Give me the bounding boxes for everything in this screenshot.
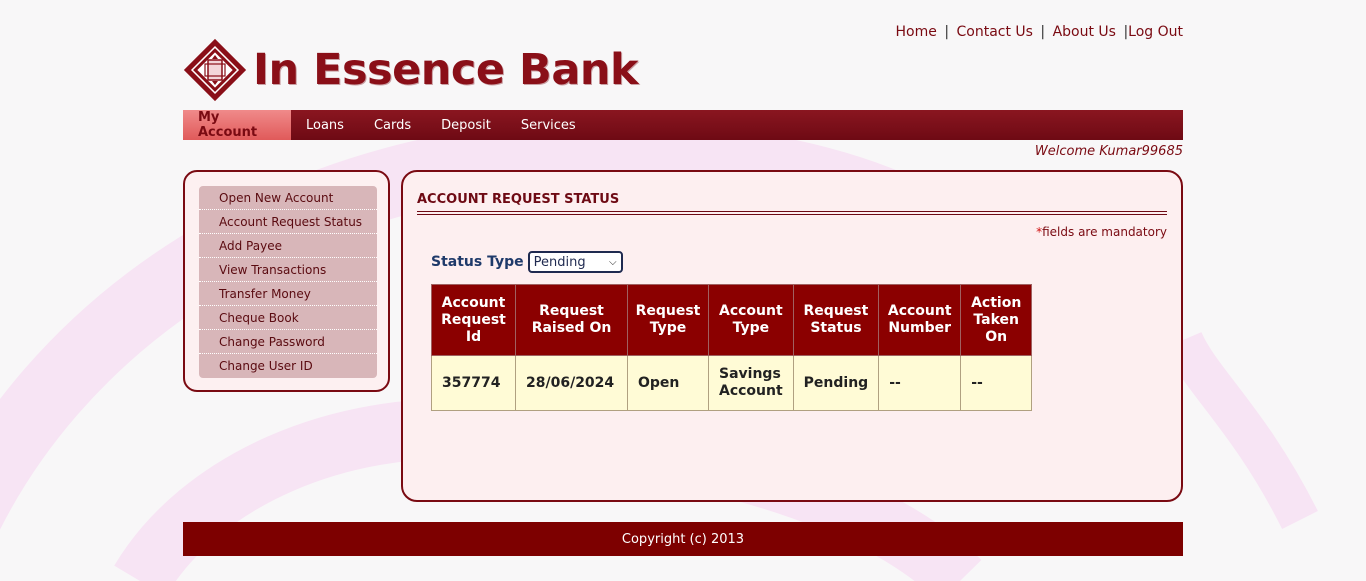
copyright-text: Copyright (c) 2013 [621, 531, 745, 547]
request-status-table: Account Request Id Request Raised On Req… [431, 284, 1033, 411]
page-title: ACCOUNT REQUEST STATUS [417, 192, 620, 207]
column-header: Request Status [792, 284, 880, 356]
status-type-value: Pending [533, 254, 586, 270]
nav-my-account[interactable]: My Account [183, 110, 291, 140]
status-type-label: Status Type [431, 254, 524, 270]
column-header: Action Taken On [960, 284, 1033, 356]
main-nav: My Account Loans Cards Deposit Services [183, 110, 1183, 140]
separator: | [944, 24, 950, 40]
column-header: Account Number [878, 284, 962, 356]
separator: | [1040, 24, 1046, 40]
sidebar-item-cheque-book[interactable]: Cheque Book [199, 306, 377, 330]
sidebar-item-open-new-account[interactable]: Open New Account [199, 186, 377, 210]
sidebar-item-add-payee[interactable]: Add Payee [199, 234, 377, 258]
column-header: Account Request Id [431, 284, 516, 356]
home-link[interactable]: Home [896, 24, 937, 40]
bank-logo[interactable]: In Essence Bank [183, 38, 639, 102]
bank-logo-icon [183, 38, 247, 102]
status-type-select[interactable]: Pending ⌵ [527, 251, 623, 273]
sidebar: Open New Account Account Request Status … [183, 170, 390, 392]
bank-name: In Essence Bank [253, 45, 639, 95]
nav-loans[interactable]: Loans [291, 110, 359, 140]
table-cell: Pending [792, 355, 880, 411]
table-row: 357774 28/06/2024 Open Savings Account P… [431, 355, 1033, 411]
table-cell: 357774 [431, 355, 516, 411]
main-panel: ACCOUNT REQUEST STATUS *fields are manda… [401, 170, 1183, 502]
sidebar-item-change-user-id[interactable]: Change User ID [199, 354, 377, 378]
mandatory-text: fields are mandatory [1042, 225, 1167, 239]
title-divider [417, 211, 1167, 215]
sidebar-item-view-transactions[interactable]: View Transactions [199, 258, 377, 282]
column-header: Account Type [708, 284, 794, 356]
log-out-link[interactable]: Log Out [1128, 24, 1183, 40]
about-us-link[interactable]: About Us [1053, 24, 1116, 40]
nav-deposit[interactable]: Deposit [426, 110, 506, 140]
contact-us-link[interactable]: Contact Us [957, 24, 1033, 40]
table-cell: -- [960, 355, 1033, 411]
column-header: Request Raised On [515, 284, 628, 356]
sidebar-menu: Open New Account Account Request Status … [199, 186, 377, 378]
status-type-row: Status Type Pending ⌵ [431, 251, 623, 273]
sidebar-item-change-password[interactable]: Change Password [199, 330, 377, 354]
top-links: Home | Contact Us | About Us |Log Out [896, 24, 1183, 40]
nav-cards[interactable]: Cards [359, 110, 426, 140]
table-cell: 28/06/2024 [515, 355, 628, 411]
nav-services[interactable]: Services [506, 110, 591, 140]
table-cell: -- [878, 355, 962, 411]
footer: Copyright (c) 2013 [183, 522, 1183, 556]
sidebar-item-account-request-status[interactable]: Account Request Status [199, 210, 377, 234]
table-header-row: Account Request Id Request Raised On Req… [431, 284, 1033, 356]
table-cell: Savings Account [708, 355, 794, 411]
chevron-down-icon: ⌵ [609, 256, 617, 268]
mandatory-note: *fields are mandatory [1036, 225, 1167, 239]
column-header: Request Type [627, 284, 709, 356]
sidebar-item-transfer-money[interactable]: Transfer Money [199, 282, 377, 306]
table-cell: Open [627, 355, 709, 411]
page-wrapper: Home | Contact Us | About Us |Log Out In… [183, 0, 1183, 581]
welcome-message: Welcome Kumar99685 [1034, 144, 1183, 159]
